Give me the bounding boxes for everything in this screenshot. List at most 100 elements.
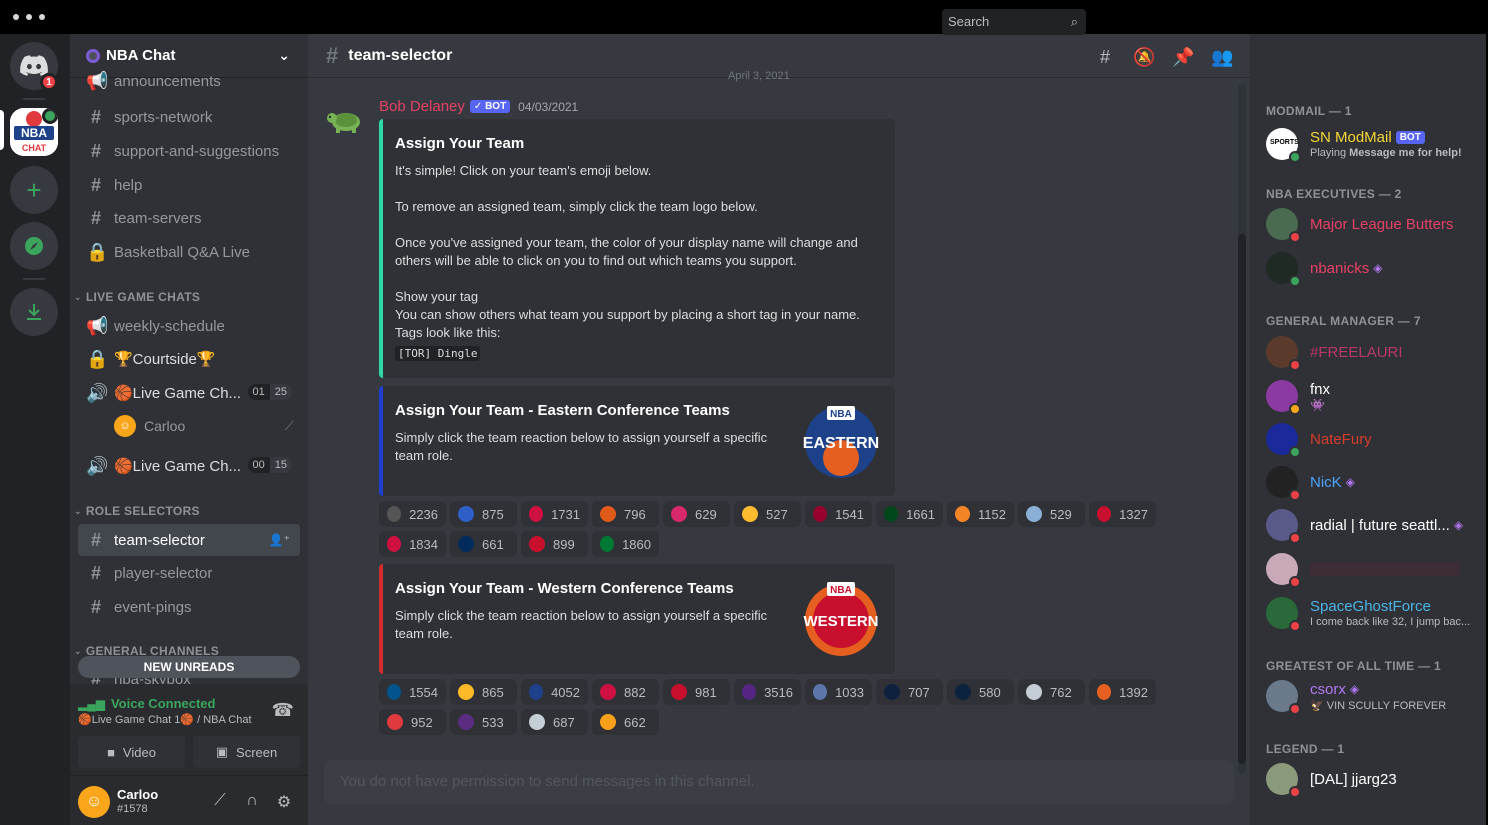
- channel-event-pings[interactable]: # event-pings: [78, 591, 300, 623]
- channel-support-and-suggestions[interactable]: # support-and-suggestions: [78, 135, 300, 167]
- avatar: ☺: [114, 415, 136, 437]
- reaction-count: 629: [695, 506, 717, 522]
- reaction-button[interactable]: 762: [1018, 679, 1085, 705]
- headphones-icon[interactable]: ∩: [242, 792, 262, 812]
- channel-sports-network[interactable]: # sports-network: [78, 101, 300, 133]
- reaction-button[interactable]: 796: [592, 501, 659, 527]
- tag-example-code: [TOR] Dingle: [395, 346, 481, 361]
- channel-player-selector[interactable]: # player-selector: [78, 557, 300, 589]
- reaction-count: 1661: [906, 506, 935, 522]
- channel-team-selector[interactable]: # team-selector 👤⁺: [78, 524, 300, 556]
- reaction-button[interactable]: 882: [592, 679, 659, 705]
- reaction-count: 762: [1050, 684, 1072, 700]
- member-hidden-name[interactable]: [1258, 547, 1480, 591]
- disconnect-icon[interactable]: ☎: [272, 700, 294, 721]
- mute-icon[interactable]: ⟋: [210, 792, 230, 812]
- voice-channel-live-game-2[interactable]: 🔊 🏀Live Game Ch... 00 15: [78, 450, 300, 482]
- reaction-button[interactable]: 981: [663, 679, 730, 705]
- screen-share-button[interactable]: ▣ Screen: [193, 736, 300, 768]
- reaction-button[interactable]: 1033: [805, 679, 872, 705]
- gear-icon[interactable]: ⚙: [274, 792, 294, 812]
- channel-team-servers[interactable]: # team-servers: [78, 202, 300, 234]
- member-major-league-butters[interactable]: Major League Butters: [1258, 202, 1480, 246]
- member-sn-modmail[interactable]: SPORTS SN ModMail BOT Playing Message me …: [1258, 122, 1480, 166]
- member-radial[interactable]: radial | future seattl... ◈: [1258, 503, 1480, 547]
- reaction-button[interactable]: 580: [947, 679, 1014, 705]
- invite-member-icon[interactable]: 👤⁺: [269, 533, 290, 547]
- category-live-game-chats[interactable]: ⌄ LIVE GAME CHATS: [74, 290, 200, 304]
- member-csorx[interactable]: csorx ◈ 🦅 VIN SCULLY FOREVER: [1258, 674, 1480, 718]
- notification-bell-muted-icon[interactable]: 🔕: [1133, 46, 1155, 68]
- voice-user-carloo[interactable]: ☺ Carloo ⟋: [114, 413, 300, 439]
- embed-paragraph: To remove an assigned team, simply click…: [395, 199, 758, 214]
- reaction-button[interactable]: 1860: [592, 531, 659, 557]
- voice-channel-live-game-1[interactable]: 🔊 🏀Live Game Ch... 01 25: [78, 377, 300, 409]
- channel-weekly-schedule[interactable]: 📢 weekly-schedule: [78, 310, 300, 342]
- member-spaceghostforce[interactable]: SpaceGhostForce I come back like 32, I ju…: [1258, 591, 1480, 635]
- channel-courtside[interactable]: 🔒 🏆Courtside🏆: [78, 343, 300, 375]
- reaction-button[interactable]: 1152: [947, 501, 1014, 527]
- pin-icon[interactable]: 📌: [1172, 46, 1194, 68]
- search-input[interactable]: Search ⌕: [942, 9, 1086, 35]
- reaction-button[interactable]: 2236: [379, 501, 446, 527]
- reaction-button[interactable]: 3516: [734, 679, 801, 705]
- home-button[interactable]: 1: [10, 42, 58, 91]
- reaction-button[interactable]: 1392: [1089, 679, 1156, 705]
- channel-basketball-qa-live[interactable]: 🔒 Basketball Q&A Live: [78, 236, 300, 268]
- scrollbar-thumb[interactable]: [1238, 234, 1246, 764]
- reaction-button[interactable]: 1327: [1089, 501, 1156, 527]
- author-name[interactable]: Bob Delaney: [379, 98, 465, 115]
- channel-help[interactable]: # help: [78, 169, 300, 201]
- message-composer[interactable]: You do not have permission to send messa…: [324, 760, 1234, 804]
- explore-servers-button[interactable]: [10, 222, 58, 270]
- reaction-button[interactable]: 629: [663, 501, 730, 527]
- voice-connected-status[interactable]: ▂▄▆ Voice Connected: [78, 696, 215, 711]
- hash-icon: #: [90, 106, 101, 127]
- member-nick[interactable]: NicK ◈: [1258, 460, 1480, 504]
- member-name: nbanicks: [1310, 259, 1370, 277]
- member-natefury[interactable]: NateFury: [1258, 417, 1480, 461]
- reaction-button[interactable]: 1731: [521, 501, 588, 527]
- reaction-button[interactable]: 952: [379, 709, 446, 735]
- category-role-selectors[interactable]: ⌄ ROLE SELECTORS: [74, 504, 200, 518]
- reaction-button[interactable]: 875: [450, 501, 517, 527]
- member-freelauri[interactable]: #FREELAURI: [1258, 330, 1480, 374]
- reaction-button[interactable]: 662: [592, 709, 659, 735]
- member-fnx[interactable]: fnx 👾: [1258, 374, 1480, 418]
- member-jjarg23[interactable]: [DAL] jjarg23: [1258, 757, 1480, 801]
- video-button[interactable]: ■ Video: [78, 736, 185, 768]
- reaction-button[interactable]: 687: [521, 709, 588, 735]
- team-logo-icon: [458, 536, 474, 552]
- avatar: [1266, 252, 1301, 287]
- voice-channel-path[interactable]: 🏀Live Game Chat 1🏀 / NBA Chat: [78, 713, 252, 726]
- user-avatar[interactable]: ☺: [78, 786, 110, 818]
- reaction-button[interactable]: 533: [450, 709, 517, 735]
- reaction-button[interactable]: 865: [450, 679, 517, 705]
- window-close-dot[interactable]: [13, 14, 19, 20]
- reaction-button[interactable]: 661: [450, 531, 517, 557]
- reaction-button[interactable]: 1541: [805, 501, 872, 527]
- reaction-button[interactable]: 1834: [379, 531, 446, 557]
- window-minimize-dot[interactable]: [26, 14, 32, 20]
- channel-label: announcements: [114, 72, 221, 90]
- embed-eastern-conference: Assign Your Team - Eastern Conference Te…: [379, 386, 895, 496]
- member-nbanicks[interactable]: nbanicks ◈: [1258, 246, 1480, 290]
- server-nba-chat[interactable]: NBA CHAT: [10, 108, 58, 156]
- channel-announcements[interactable]: 📢 announcements: [78, 68, 300, 94]
- reaction-button[interactable]: 529: [1018, 501, 1085, 527]
- reaction-button[interactable]: 1661: [876, 501, 943, 527]
- reaction-button[interactable]: 707: [876, 679, 943, 705]
- lock-icon: 🔒: [86, 241, 109, 262]
- reaction-button[interactable]: 1554: [379, 679, 446, 705]
- download-apps-button[interactable]: [10, 288, 58, 336]
- bot-avatar-turtle-icon[interactable]: [324, 98, 364, 138]
- member-list-icon[interactable]: 👥: [1211, 46, 1233, 68]
- reaction-button[interactable]: 4052: [521, 679, 588, 705]
- window-zoom-dot[interactable]: [39, 14, 45, 20]
- reaction-button[interactable]: 899: [521, 531, 588, 557]
- new-unreads-pill[interactable]: NEW UNREADS: [78, 656, 300, 678]
- date-divider: April 3, 2021: [728, 70, 790, 82]
- add-server-button[interactable]: +: [10, 166, 58, 214]
- reaction-button[interactable]: 527: [734, 501, 801, 527]
- threads-icon[interactable]: #: [1094, 46, 1116, 68]
